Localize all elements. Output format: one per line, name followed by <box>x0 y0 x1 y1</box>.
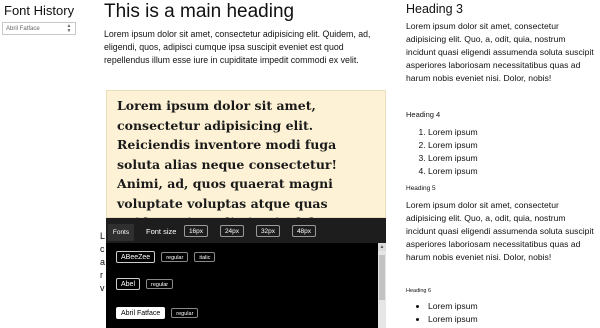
font-style-regular-button[interactable]: regular <box>161 252 189 262</box>
list-item: Lorem ipsum <box>428 300 478 313</box>
font-list-item: ABeeZee regular italic <box>116 249 216 265</box>
font-history-sidebar: Font History Abril Fatface ▲ ▼ <box>0 0 80 328</box>
font-list-scrollbar[interactable]: ▲ <box>378 243 386 328</box>
heading-6: Heading 6 <box>406 288 432 294</box>
main-content: This is a main heading Lorem ipsum dolor… <box>100 0 390 328</box>
font-preview-box: Lorem ipsum dolor sit amet, consectetur … <box>106 90 386 230</box>
font-name-button[interactable]: Abel <box>116 278 141 290</box>
scroll-up-arrow-icon[interactable]: ▲ <box>378 243 386 251</box>
list-item: Lorem ipsum <box>428 165 478 178</box>
right-content: Heading 3 Lorem ipsum dolor sit amet, co… <box>404 0 600 328</box>
heading-4: Heading 4 <box>406 110 441 119</box>
chevron-up-down-icon: ▲ ▼ <box>66 23 72 34</box>
tab-fonts[interactable]: Fonts <box>108 224 134 241</box>
main-heading: This is a main heading <box>104 1 295 22</box>
font-style-italic-button[interactable]: italic <box>194 252 216 262</box>
font-list-item: Abel regular <box>116 276 174 292</box>
scrollbar-thumb[interactable] <box>379 255 385 300</box>
font-size-16-button[interactable]: 16px <box>184 225 208 237</box>
intro-paragraph: Lorem ipsum dolor sit amet, consectetur … <box>104 29 371 65</box>
unordered-list: Lorem ipsum Lorem ipsum <box>428 300 478 326</box>
heading-3: Heading 3 <box>406 2 463 16</box>
sidebar-title: Font History <box>4 3 75 18</box>
font-history-select-value: Abril Fatface <box>6 26 40 32</box>
paragraph-2: Lorem ipsum dolor sit amet, consectetur … <box>406 200 594 262</box>
list-item: Lorem ipsum <box>428 139 478 152</box>
paragraph-1: Lorem ipsum dolor sit amet, consectetur … <box>406 21 594 83</box>
font-name-button-selected[interactable]: Abril Fatface <box>116 307 166 319</box>
list-item: Lorem ipsum <box>428 126 478 139</box>
font-style-regular-button[interactable]: regular <box>146 279 174 289</box>
font-history-select[interactable]: Abril Fatface ▲ ▼ <box>2 22 76 35</box>
ordered-list: Lorem ipsum Lorem ipsum Lorem ipsum Lore… <box>428 126 478 178</box>
font-size-24-button[interactable]: 24px <box>220 225 244 237</box>
font-list-item: Abril Fatface regular <box>116 305 199 321</box>
font-size-48-button[interactable]: 48px <box>292 225 316 237</box>
list-item: Lorem ipsum <box>428 313 478 326</box>
heading-5: Heading 5 <box>406 185 436 192</box>
font-preview-text: Lorem ipsum dolor sit amet, consectetur … <box>117 98 373 230</box>
font-style-regular-button[interactable]: regular <box>171 308 199 318</box>
font-toolbar: Fonts Font size 16px 24px 32px 48px <box>106 218 386 243</box>
list-item: Lorem ipsum <box>428 152 478 165</box>
font-size-32-button[interactable]: 32px <box>256 225 280 237</box>
font-name-button[interactable]: ABeeZee <box>116 251 156 263</box>
font-size-label: Font size <box>146 227 177 236</box>
